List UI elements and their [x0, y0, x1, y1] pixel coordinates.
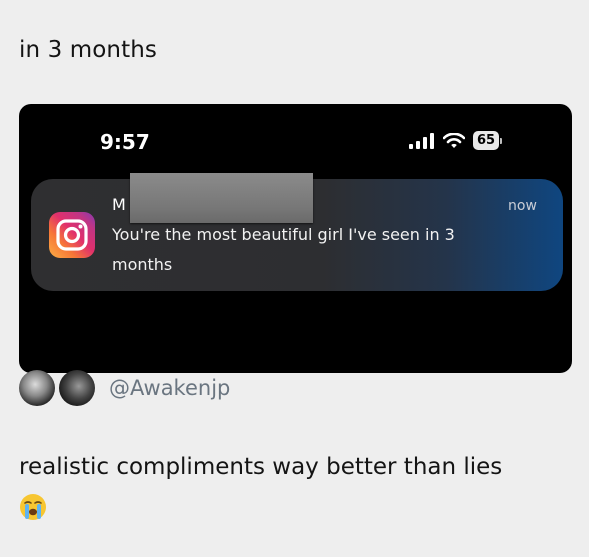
instagram-icon: [49, 212, 95, 258]
post-footer-text: realistic compliments way better than li…: [19, 454, 503, 480]
status-icons: 65: [409, 131, 503, 150]
phone-screenshot: 9:57 65 ‾ ‾ ‾ ‾ ‾ ‾: [19, 104, 572, 373]
redaction-box: [130, 173, 313, 223]
signal-bars-icon: [409, 132, 434, 149]
battery-tip: [500, 137, 503, 144]
avatar: [19, 370, 55, 406]
attribution-handle[interactable]: @Awakenjp: [109, 376, 230, 400]
notification-timestamp: now: [508, 198, 537, 214]
avatar: [59, 370, 95, 406]
notification-message: You're the most beautiful girl I've seen…: [112, 225, 455, 274]
notification-sender: M: [112, 195, 126, 214]
post-caption: in 3 months: [19, 37, 157, 63]
battery-level: 65: [473, 131, 500, 150]
loudly-crying-face-emoji: [20, 494, 46, 520]
battery-icon: 65: [473, 131, 503, 150]
wifi-icon: [443, 132, 465, 148]
status-time: 9:57: [100, 130, 150, 154]
attribution: @Awakenjp: [19, 370, 230, 406]
